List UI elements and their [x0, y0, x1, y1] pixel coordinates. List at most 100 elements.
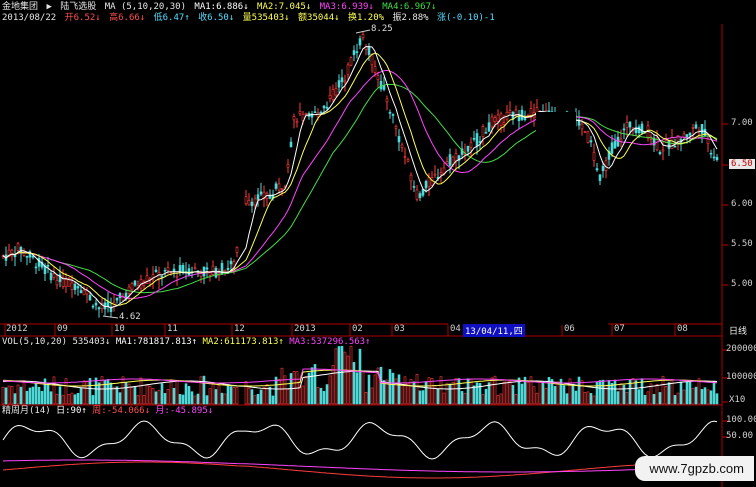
- candle-body: [235, 246, 239, 253]
- volume-bar: [250, 389, 254, 405]
- candle-body: [469, 142, 473, 148]
- volume-header: VOL(5,10,20) 535403↓ MA1:781817.813↑ MA2…: [2, 337, 371, 348]
- volume-bar: [655, 384, 659, 405]
- candle-body: [133, 280, 137, 286]
- volume-bar: [592, 395, 596, 405]
- candle-body: [322, 105, 326, 109]
- candle-body: [199, 273, 203, 277]
- volume-bar: [1, 386, 5, 405]
- volume-bar: [151, 388, 155, 405]
- volume-axis-label: X10: [729, 395, 746, 405]
- candle-body: [475, 133, 479, 147]
- candle-body: [580, 123, 584, 130]
- volume-bar: [31, 386, 35, 405]
- volume-bar: [571, 383, 575, 405]
- volume-bar: [121, 376, 125, 405]
- price-axis-label: 7.00: [731, 118, 753, 128]
- volume-bar: [316, 386, 320, 405]
- candle-body: [508, 110, 512, 114]
- volume-bar: [625, 391, 629, 405]
- volume-bar: [460, 391, 464, 405]
- candle-body: [448, 154, 452, 166]
- candle-body: [601, 165, 605, 172]
- candle-body: [613, 140, 617, 149]
- candle-body: [178, 265, 182, 272]
- volume-bar: [319, 387, 323, 405]
- volume-bar: [418, 390, 422, 405]
- candle-body: [391, 114, 395, 116]
- volume-bar: [271, 395, 275, 405]
- candle-body: [367, 46, 371, 55]
- volume-bar: [28, 387, 32, 405]
- volume-bar: [244, 381, 248, 405]
- volume-bar: [634, 380, 638, 405]
- volume-bar: [535, 392, 539, 405]
- volume-bar: [403, 376, 407, 405]
- candle-body: [490, 116, 494, 128]
- candle-body: [523, 118, 527, 120]
- volume-bar: [163, 393, 167, 405]
- volume-bar: [133, 386, 137, 405]
- candle-body: [346, 64, 350, 75]
- volume-bar: [715, 393, 719, 405]
- volume-bar: [691, 388, 695, 405]
- candle-body: [274, 183, 278, 189]
- candle-body: [106, 301, 110, 307]
- candle-body: [397, 136, 401, 143]
- volume-bar: [205, 395, 209, 405]
- volume-bar: [172, 388, 176, 405]
- candle-body: [343, 80, 347, 83]
- period-label[interactable]: 日线: [729, 324, 747, 337]
- volume-bar: [211, 382, 215, 405]
- volume-bar: [520, 383, 524, 405]
- volume-axis-label: 200000: [726, 344, 756, 354]
- volume-bar: [505, 379, 509, 405]
- volume-bar: [214, 389, 218, 405]
- volume-bar: [232, 387, 236, 405]
- candle-body: [583, 131, 587, 133]
- volume-bar: [220, 392, 224, 405]
- volume-bar: [700, 389, 704, 405]
- candle-body: [16, 243, 20, 251]
- volume-bar: [10, 385, 14, 405]
- candle-body: [529, 108, 533, 116]
- volume-bars: [1, 345, 719, 405]
- candle-body: [688, 132, 692, 136]
- candle-body: [703, 128, 707, 137]
- candle-body: [175, 275, 179, 278]
- volume-bar: [508, 380, 512, 405]
- candle-body: [280, 187, 284, 190]
- volume-bar: [193, 395, 197, 405]
- volume-bar: [307, 372, 311, 405]
- candle-body: [277, 183, 281, 191]
- volume-bar: [475, 382, 479, 405]
- candle-body: [619, 138, 623, 142]
- volume-bar: [328, 375, 332, 405]
- candle-body: [502, 122, 506, 125]
- volume-bar: [223, 393, 227, 405]
- candle-body: [685, 134, 689, 138]
- candle-body: [214, 268, 218, 278]
- volume-bar: [304, 376, 308, 405]
- volume-bar: [688, 381, 692, 405]
- volume-bar: [496, 395, 500, 405]
- candle-body: [46, 264, 50, 267]
- time-axis-label: 02: [352, 324, 363, 334]
- candle-body: [358, 38, 362, 46]
- time-axis-label: 12: [234, 324, 245, 334]
- candle-body: [415, 189, 419, 200]
- volume-bar: [577, 376, 581, 405]
- volume-bar: [388, 369, 392, 405]
- volume-bar: [481, 394, 485, 405]
- volume-bar: [157, 390, 161, 405]
- volume-bar: [373, 374, 377, 405]
- candle-body: [376, 75, 380, 81]
- volume-bar: [16, 384, 20, 405]
- volume-bar: [55, 393, 59, 405]
- candle-body: [259, 191, 263, 195]
- candle-body: [226, 267, 230, 270]
- volume-bar: [124, 382, 128, 405]
- candle-body: [640, 123, 644, 134]
- candle-body: [328, 95, 332, 99]
- ma3-line: [2, 69, 718, 299]
